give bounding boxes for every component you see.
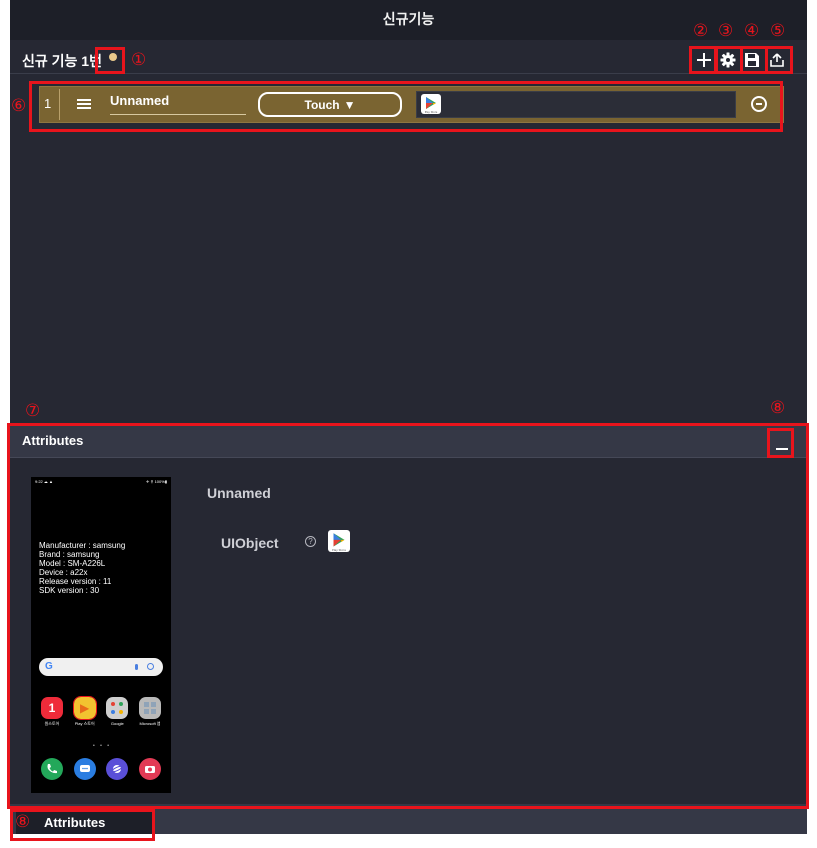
annotation-number-7: ⑦ (25, 401, 41, 421)
bottom-tab-bar: Attributes (10, 804, 807, 834)
phone-status-left: 9:22 ☁ ▲ (35, 479, 53, 484)
minimize-panel-button[interactable] (776, 441, 790, 450)
camera-icon (144, 766, 155, 773)
play-store-label: Play Store (425, 110, 438, 114)
gear-icon (720, 52, 736, 68)
annotation-number-2: ② (693, 21, 709, 41)
annotation-number-5: ⑤ (770, 21, 786, 41)
dropdown-arrow-icon: ▼ (343, 97, 356, 112)
feature-header: 신규 기능 1번 (10, 44, 807, 74)
device-codename: Device : a22x (39, 568, 88, 577)
attributes-title: Attributes (22, 433, 84, 448)
step-name-input[interactable]: Unnamed (110, 93, 246, 115)
playstore-home-icon: ▶ (72, 696, 97, 720)
play-store-label: Play Store (332, 548, 346, 552)
step-index: 1 (44, 96, 52, 111)
device-brand: Brand : samsung (39, 550, 100, 559)
internet-app-icon (106, 758, 129, 780)
attributes-tab[interactable]: Attributes (16, 810, 152, 834)
google-folder-grid-icon (111, 702, 124, 714)
dock-app-phone (39, 758, 65, 780)
annotation-number-8: ⑧ (770, 398, 786, 418)
attributes-panel-header: Attributes (10, 424, 807, 458)
planet-icon (111, 765, 123, 773)
annotation-number-4: ④ (744, 21, 760, 41)
play-store-thumbnail: Play Store (421, 94, 441, 114)
attribute-object-name[interactable]: Unnamed (207, 485, 271, 501)
settings-button[interactable] (718, 50, 738, 70)
feature-title[interactable]: 신규 기능 1번 (22, 51, 102, 71)
annotation-number-3: ③ (718, 21, 734, 41)
device-sdk-version: SDK version : 30 (39, 586, 100, 595)
add-icon (697, 53, 711, 67)
remove-step-button[interactable] (751, 96, 767, 112)
save-button[interactable] (742, 50, 762, 70)
uiobject-label: UIObject (221, 535, 279, 551)
dock-app-messages (72, 758, 98, 780)
phone-status-bar: 9:22 ☁ ▲ ✈ ⚲ 100%▮ (35, 479, 167, 484)
handset-icon (47, 764, 57, 774)
annotation-number-1: ① (131, 50, 147, 70)
camera-app-icon (138, 758, 161, 780)
microsoft-folder-grid-icon (143, 702, 156, 714)
onestore-icon: 1 (41, 697, 63, 719)
action-dropdown[interactable]: Touch ▼ (258, 92, 402, 117)
export-button[interactable] (767, 50, 787, 70)
home-app-microsoft: Microsoft 앱 (137, 697, 163, 727)
device-screenshot[interactable]: 9:22 ☁ ▲ ✈ ⚲ 100%▮ Manufacturer : samsun… (31, 477, 171, 793)
phone-search-bar: G (39, 658, 163, 676)
window-title: 신규기능 (382, 11, 435, 27)
home-app-playstore: ▶ Play 스토어 (72, 696, 98, 727)
app-window: 신규기능 신규 기능 1번 1 Unnamed Touch ▼ Play Sto… (10, 0, 807, 834)
google-folder-icon (106, 697, 129, 719)
device-model: Model : SM-A226L (39, 559, 106, 568)
help-icon[interactable]: ? (305, 536, 316, 547)
home-page-dots: • • • (93, 743, 112, 749)
device-manufacturer: Manufacturer : samsung (39, 541, 126, 550)
home-app-onestore: 1 원스토어 (39, 697, 65, 727)
microsoft-folder-icon (138, 697, 161, 719)
dock-app-row (39, 758, 163, 780)
device-release-version: Release version : 11 (39, 577, 112, 586)
home-app-row: 1 원스토어 ▶ Play 스토어 Google Microsoft 앱 (39, 696, 163, 727)
mic-icon (135, 664, 138, 670)
play-store-icon: Play Store (332, 533, 346, 552)
dock-app-camera (137, 758, 163, 780)
floppy-icon (745, 53, 759, 67)
device-info: Manufacturer : samsung Brand : samsung M… (39, 541, 125, 595)
add-step-button[interactable] (694, 50, 714, 70)
messages-app-icon (73, 758, 96, 780)
dock-app-internet (104, 758, 130, 780)
play-store-icon: Play Store (425, 97, 438, 114)
lens-icon (147, 663, 154, 670)
target-object-field[interactable]: Play Store (416, 91, 736, 118)
phone-app-icon (41, 758, 63, 780)
home-app-google: Google (104, 697, 130, 727)
uiobject-thumbnail[interactable]: Play Store (328, 530, 350, 552)
annotation-number-8-bottom: ⑧ (15, 812, 31, 832)
phone-status-right: ✈ ⚲ 100%▮ (146, 479, 167, 484)
upload-icon (770, 53, 784, 67)
annotation-number-6: ⑥ (11, 96, 27, 116)
drag-handle-icon[interactable] (77, 99, 91, 111)
unsaved-indicator-dot (109, 53, 117, 61)
chat-bubble-icon (79, 765, 90, 772)
action-label: Touch (304, 97, 340, 112)
attributes-panel-body: 9:22 ☁ ▲ ✈ ⚲ 100%▮ Manufacturer : samsun… (10, 459, 807, 804)
step-divider (59, 89, 60, 120)
google-g-icon: G (45, 661, 53, 672)
step-row[interactable]: 1 Unnamed Touch ▼ Play Store (39, 86, 784, 123)
title-bar: 신규기능 (10, 0, 807, 40)
